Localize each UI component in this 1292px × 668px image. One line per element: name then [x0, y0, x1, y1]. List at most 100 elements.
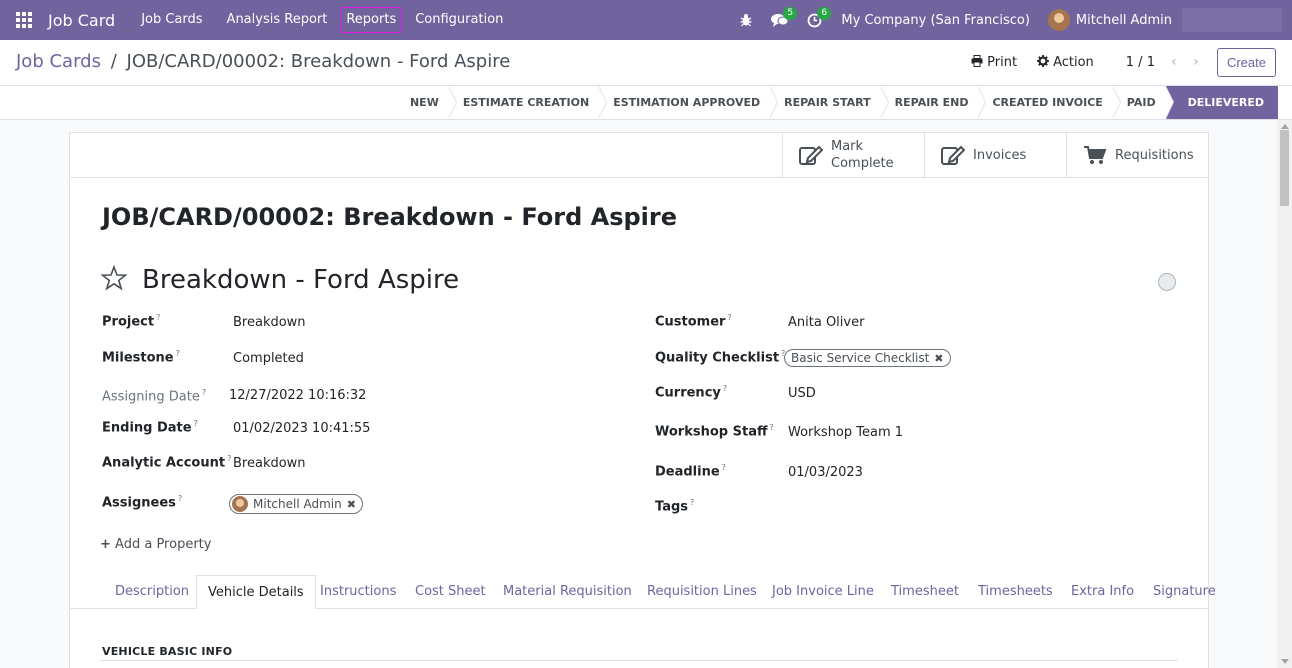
avatar [232, 496, 248, 512]
requisitions-button[interactable]: Requisitions [1066, 133, 1208, 177]
tab-extra-info[interactable]: Extra Info [1071, 575, 1134, 609]
action-button[interactable]: Action [1037, 54, 1094, 70]
user-avatar [1047, 9, 1070, 31]
control-actions: Print Action 1 / 1 ‹ › Create [971, 47, 1276, 77]
workshop-staff-value[interactable]: Workshop Team 1 [788, 425, 903, 440]
add-property-button[interactable]: + Add a Property [100, 537, 211, 552]
remove-tag-icon[interactable]: ✖ [934, 352, 943, 365]
quality-checklist-tag[interactable]: Basic Service Checklist ✖ [784, 349, 951, 367]
project-value[interactable]: Breakdown [233, 315, 306, 330]
assignee-tag[interactable]: Mitchell Admin ✖ [229, 494, 363, 514]
user-name: Mitchell Admin [1075, 12, 1172, 28]
stage-delievered[interactable]: DELIEVERED [1165, 86, 1278, 119]
quality-checklist-label: Quality Checklist? [655, 349, 786, 366]
scroll-thumb[interactable] [1280, 130, 1289, 206]
status-bar: NEW ESTIMATE CREATION ESTIMATION APPROVE… [0, 86, 1292, 120]
mark-complete-button[interactable]: Mark Complete [782, 133, 924, 177]
pager-previous-icon[interactable]: ‹ [1163, 54, 1185, 70]
ending-date-value[interactable]: 01/02/2023 10:41:55 [233, 421, 370, 436]
page-scrollbar[interactable] [1277, 120, 1292, 668]
remove-tag-icon[interactable]: ✖ [347, 498, 356, 511]
document-title: JOB/CARD/00002: Breakdown - Ford Aspire [102, 203, 678, 231]
edit-icon [799, 144, 824, 166]
stage-estimation-approved[interactable]: ESTIMATION APPROVED [599, 86, 779, 119]
milestone-value[interactable]: Completed [233, 351, 304, 366]
kanban-state-indicator[interactable] [1158, 273, 1176, 291]
ending-date-label: Ending Date? [102, 419, 198, 436]
create-button[interactable]: Create [1216, 47, 1276, 77]
record-name[interactable]: Breakdown - Ford Aspire [142, 265, 459, 295]
deadline-label: Deadline? [655, 463, 726, 480]
tab-instructions[interactable]: Instructions [320, 575, 396, 609]
stage-pipeline: NEW ESTIMATE CREATION ESTIMATION APPROVE… [410, 86, 1278, 119]
pager-next-icon[interactable]: › [1185, 54, 1207, 70]
print-button[interactable]: Print [971, 54, 1017, 70]
mark-complete-label: Mark Complete [831, 139, 894, 171]
tab-description[interactable]: Description [115, 575, 189, 609]
milestone-label: Milestone? [102, 349, 180, 366]
assigning-date-label: Assigning Date? [102, 388, 207, 405]
menu-job-cards[interactable]: Job Cards [129, 7, 214, 33]
divider [100, 660, 1178, 661]
top-navbar: Job Card Job Cards Analysis Report Repor… [0, 0, 1292, 40]
user-menu[interactable]: Mitchell Admin [1047, 9, 1172, 31]
workshop-staff-label: Workshop Staff? [655, 423, 774, 440]
assigning-date-value: 12/27/2022 10:16:32 [229, 388, 367, 403]
app-name[interactable]: Job Card [48, 11, 115, 30]
systray: 5 6 My Company (San Francisco) Mitchell … [729, 0, 1172, 40]
pager-value[interactable]: 1 / 1 [1126, 55, 1155, 70]
messages-chat-icon[interactable]: 5 [763, 0, 798, 40]
tab-material-requisition[interactable]: Material Requisition [503, 575, 632, 609]
activities-badge: 6 [817, 7, 832, 20]
breadcrumb-job-cards[interactable]: Job Cards [16, 51, 101, 72]
tags-label: Tags? [655, 498, 695, 515]
customer-value[interactable]: Anita Oliver [788, 315, 864, 330]
tab-vehicle-details[interactable]: Vehicle Details [196, 575, 316, 609]
scroll-down-icon[interactable] [1281, 659, 1289, 664]
assignees-label: Assignees? [102, 494, 183, 511]
stage-new[interactable]: NEW [410, 86, 457, 119]
analytic-account-value[interactable]: Breakdown [233, 456, 306, 471]
gear-icon [1037, 54, 1050, 70]
main-menu: Job Cards Analysis Report Reports Config… [129, 7, 515, 33]
company-switcher[interactable]: My Company (San Francisco) [841, 13, 1029, 28]
shopping-cart-icon [1083, 144, 1107, 166]
divider [70, 177, 1208, 178]
print-icon [971, 54, 983, 70]
tab-timesheets[interactable]: Timesheets [978, 575, 1053, 609]
messages-badge: 5 [783, 7, 798, 20]
star-icon[interactable] [100, 264, 128, 291]
stage-repair-end[interactable]: REPAIR END [881, 86, 987, 119]
section-title: VEHICLE BASIC INFO [102, 645, 233, 658]
customer-label: Customer? [655, 313, 732, 330]
analytic-account-label: Analytic Account? [102, 454, 232, 471]
tab-requisition-lines[interactable]: Requisition Lines [647, 575, 757, 609]
assignee-name: Mitchell Admin [253, 497, 342, 511]
scroll-up-icon[interactable] [1281, 124, 1289, 129]
breadcrumb: Job Cards / JOB/CARD/00002: Breakdown - … [16, 51, 510, 72]
tab-timesheet[interactable]: Timesheet [891, 575, 959, 609]
stage-created-invoice[interactable]: CREATED INVOICE [978, 86, 1122, 119]
tab-job-invoice-line[interactable]: Job Invoice Line [772, 575, 874, 609]
tab-cost-sheet[interactable]: Cost Sheet [415, 575, 486, 609]
blurred-region [1182, 8, 1282, 32]
activities-clock-icon[interactable]: 6 [797, 0, 832, 40]
invoices-button[interactable]: Invoices [924, 133, 1066, 177]
notebook-tabs: Description Vehicle Details Instructions… [70, 575, 1216, 609]
menu-configuration[interactable]: Configuration [403, 7, 515, 33]
control-panel: Job Cards / JOB/CARD/00002: Breakdown - … [0, 40, 1292, 86]
requisitions-label: Requisitions [1115, 147, 1194, 163]
plus-icon: + [100, 537, 111, 552]
smart-button-box: Mark Complete Invoices Requisitions [782, 133, 1208, 177]
menu-reports[interactable]: Reports [341, 7, 402, 33]
stage-estimate-creation[interactable]: ESTIMATE CREATION [449, 86, 608, 119]
currency-value[interactable]: USD [788, 386, 816, 401]
stage-repair-start[interactable]: REPAIR START [770, 86, 889, 119]
debug-bug-icon[interactable] [729, 0, 763, 40]
tab-signature[interactable]: Signature [1153, 575, 1216, 609]
project-label: Project? [102, 313, 161, 330]
deadline-value[interactable]: 01/03/2023 [788, 465, 863, 480]
apps-menu-icon[interactable] [0, 0, 48, 40]
menu-analysis-report[interactable]: Analysis Report [215, 7, 340, 33]
invoices-label: Invoices [973, 147, 1027, 163]
